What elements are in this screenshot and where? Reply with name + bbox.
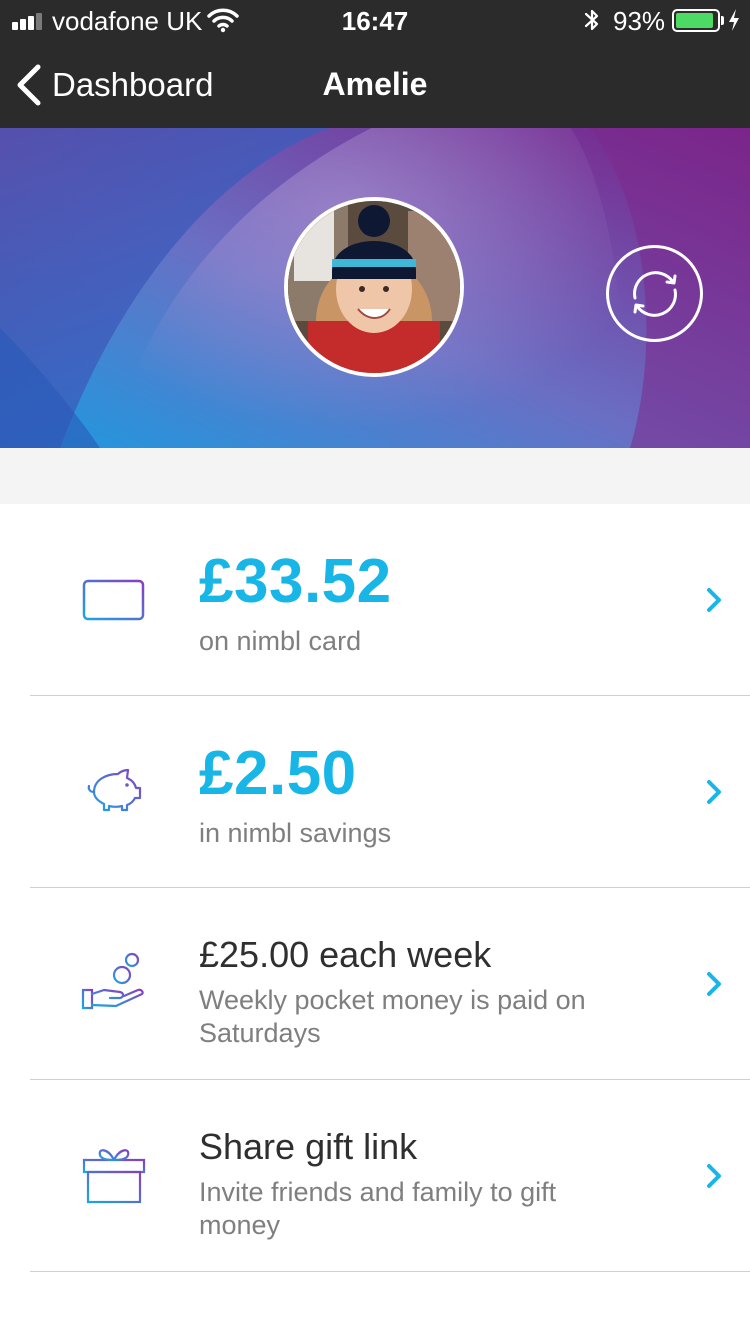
gift-link-row[interactable]: Share gift link Invite friends and famil…: [0, 1080, 750, 1272]
card-icon: [82, 579, 145, 621]
chevron-right-icon: [707, 972, 721, 996]
savings-balance-amount: £2.50: [199, 739, 357, 808]
page-title: Amelie: [322, 66, 428, 102]
navigation-bar: Dashboard Amelie: [0, 42, 750, 128]
battery-percent: 93%: [613, 6, 666, 36]
card-balance-row[interactable]: £33.52 on nimbl card: [0, 504, 750, 696]
gift-link-description: Invite friends and family to gift money: [199, 1177, 557, 1240]
hand-coins-icon: [81, 952, 144, 1010]
chevron-right-icon: [707, 588, 721, 612]
savings-balance-row[interactable]: £2.50 in nimbl savings: [0, 696, 750, 888]
gift-icon: [82, 1149, 146, 1204]
child-photo: [288, 201, 460, 373]
row-divider: [30, 1271, 750, 1272]
top-bar: vodafone UK 16:47 93% Dashboard Amelie: [0, 0, 750, 128]
battery-icon: [672, 9, 720, 32]
savings-balance-label: in nimbl savings: [199, 818, 392, 848]
refresh-icon: [633, 271, 677, 317]
pocket-money-description: Weekly pocket money is paid on Saturdays: [199, 985, 586, 1048]
bluetooth-icon: [584, 9, 599, 31]
account-list: £33.52 on nimbl card £2.50 in nimbl savi…: [0, 504, 750, 1272]
switch-child-button[interactable]: [606, 245, 703, 342]
chevron-right-icon: [707, 1164, 721, 1188]
charging-bolt-icon: [729, 9, 739, 31]
profile-banner: [0, 128, 750, 448]
status-bar: vodafone UK 16:47 93%: [0, 0, 750, 42]
piggy-bank-icon: [87, 768, 142, 812]
card-balance-amount: £33.52: [199, 547, 392, 616]
pocket-money-title: £25.00 each week: [199, 934, 492, 975]
card-balance-label: on nimbl card: [199, 626, 362, 656]
child-avatar[interactable]: [284, 197, 464, 377]
chevron-right-icon: [707, 780, 721, 804]
pocket-money-row[interactable]: £25.00 each week Weekly pocket money is …: [0, 888, 750, 1080]
section-spacer: [0, 448, 750, 504]
gift-link-title: Share gift link: [199, 1126, 418, 1167]
battery-level-fill: [676, 13, 714, 28]
battery-tip: [721, 16, 724, 25]
